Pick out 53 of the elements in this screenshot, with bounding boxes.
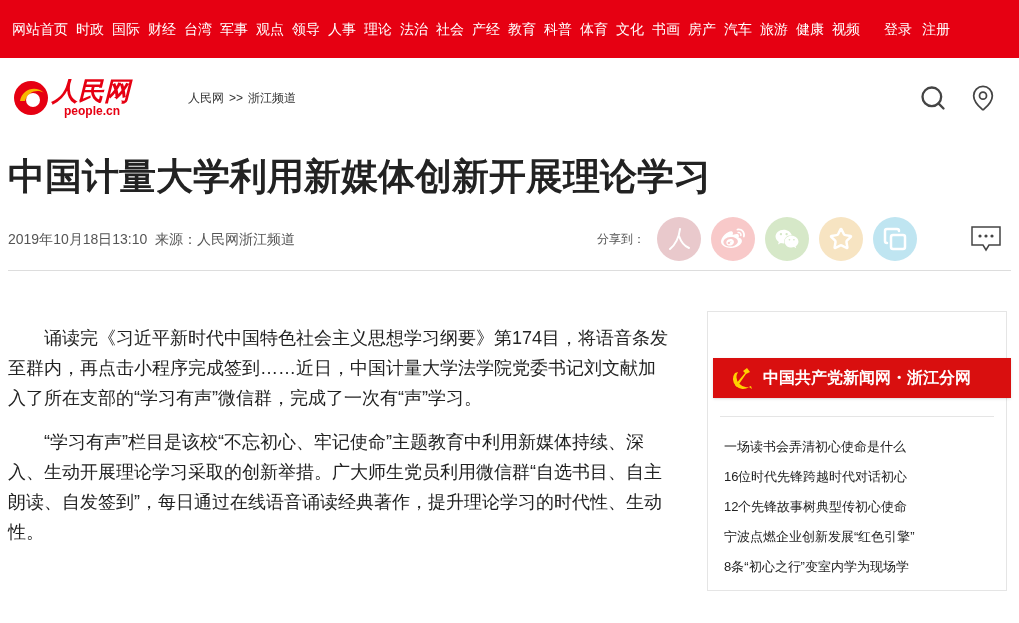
nav-link[interactable]: 旅游 — [760, 18, 788, 40]
breadcrumb-separator: >> — [229, 90, 243, 107]
nav-link[interactable]: 文化 — [616, 18, 644, 40]
nav-link[interactable]: 教育 — [508, 18, 536, 40]
party-news-banner[interactable]: 中国共产党新闻网・浙江分网 — [713, 358, 1011, 399]
article-title: 中国计量大学利用新媒体创新开展理论学习 — [8, 155, 712, 199]
search-icon[interactable] — [919, 84, 947, 112]
article-paragraph: “学习有声”栏目是该校“不忘初心、牢记使命”主题教育中利用新媒体持续、深入、生动开展理论学习采取的创新举措。广大师生党员利用微信群“自选书目、自主朗读、自发签到”，每日通过在线语音诵读经典著作，提升理论学习的时代性、生动性。 — [8, 431, 663, 545]
copy-icon — [883, 227, 907, 252]
sidebar-news-link[interactable]: 一场读书会弄清初心使命是什么 — [724, 437, 1006, 458]
breadcrumb-link[interactable]: 浙江频道 — [248, 89, 296, 107]
nav-link[interactable]: 领导 — [292, 18, 320, 40]
article-source: 来源：人民网浙江频道 — [155, 229, 296, 249]
nav-link[interactable]: 汽车 — [724, 18, 752, 40]
sidebar-news-link[interactable]: 宁波点燃企业创新发展“红色引擎” — [724, 527, 1006, 548]
nav-link[interactable]: 时政 — [76, 18, 104, 40]
nav-link[interactable]: 台湾 — [184, 18, 212, 40]
account-link[interactable]: 注册 — [922, 18, 950, 40]
share-label: 分享到： — [597, 231, 645, 249]
nav-link[interactable]: 财经 — [148, 18, 176, 40]
publish-date: 2019年10月18日13:10 — [8, 229, 148, 249]
nav-link[interactable]: 科普 — [544, 18, 572, 40]
nav-link[interactable]: 社会 — [436, 18, 464, 40]
nav-link[interactable]: 人事 — [328, 18, 356, 40]
sidebar-news-link[interactable]: 16位时代先锋跨越时代对话初心 — [724, 467, 1006, 488]
nav-link[interactable]: 书画 — [652, 18, 680, 40]
nav-link[interactable]: 视频 — [832, 18, 860, 40]
banner-text: 中国共产党新闻网・浙江分网 — [763, 368, 971, 389]
nav-link[interactable]: 理论 — [364, 18, 392, 40]
breadcrumb-link[interactable]: 人民网 — [188, 89, 224, 107]
share-button[interactable] — [657, 217, 701, 262]
share-button[interactable] — [711, 217, 755, 262]
star-icon — [829, 227, 853, 252]
article-paragraph: 诵读完《习近平新时代中国特色社会主义思想学习纲要》第174目，将语音条发至群内，再点击小程序完成签到……近日，中国计量大学法学院党委书记刘文献加入了所在支部的“学习有声”微信群，完成了一次有“声”学习。 — [8, 327, 670, 411]
sidebar-news-link[interactable]: 12个先锋故事树典型传初心使命 — [724, 497, 1006, 518]
nav-link[interactable]: 网站首页 — [12, 18, 68, 40]
share-button[interactable] — [765, 217, 809, 262]
share-button[interactable] — [873, 217, 917, 262]
sidebar-news-link[interactable]: 8条“初心之行”变室内学为现场学 — [724, 557, 1006, 578]
share-button[interactable] — [819, 217, 863, 262]
logo-swirl-icon — [12, 79, 50, 117]
nav-link[interactable]: 军事 — [220, 18, 248, 40]
logo-domain: people.cn — [64, 105, 121, 117]
account-link[interactable]: 登录 — [884, 18, 912, 40]
nav-link[interactable]: 法治 — [400, 18, 428, 40]
nav-link[interactable]: 国际 — [112, 18, 140, 40]
nav-link[interactable]: 观点 — [256, 18, 284, 40]
comment-icon[interactable] — [971, 226, 1001, 253]
nav-link[interactable]: 房产 — [688, 18, 716, 40]
nav-link[interactable]: 健康 — [796, 18, 824, 40]
nav-link[interactable]: 体育 — [580, 18, 608, 40]
brush-stroke-icon — [668, 227, 690, 252]
nav-link[interactable]: 产经 — [472, 18, 500, 40]
